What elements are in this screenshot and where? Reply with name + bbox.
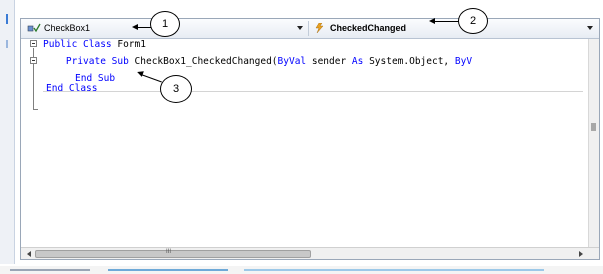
control-icon — [27, 23, 41, 33]
vertical-scrollbar[interactable] — [588, 39, 599, 247]
collapse-toggle-icon[interactable] — [30, 57, 37, 64]
callout-2: 2 — [458, 8, 488, 34]
callout-1: 1 — [150, 11, 180, 37]
bottom-strip-segment — [10, 269, 90, 271]
keyword: ByV — [454, 56, 473, 67]
bottom-strip-segment — [244, 269, 544, 271]
code-text: sender — [306, 56, 352, 67]
scrollbar-grip: III — [166, 249, 172, 255]
scroll-right-icon[interactable] — [579, 251, 583, 257]
code-editor: CheckBox1 CheckedChanged Public Class Fo… — [20, 18, 600, 260]
navigation-bar: CheckBox1 CheckedChanged — [21, 19, 599, 39]
collapse-toggle-icon[interactable] — [30, 40, 37, 47]
gutter-marker — [6, 14, 8, 24]
scroll-left-icon[interactable] — [27, 251, 31, 257]
callout-arrow-line — [434, 21, 459, 22]
keyword: End Class — [46, 83, 98, 94]
code-text: System.Object, — [363, 56, 455, 67]
method-name-dropdown[interactable]: CheckedChanged — [313, 21, 597, 35]
code-line: End Class — [46, 83, 97, 94]
code-text: Form1 — [111, 39, 146, 50]
bottom-strip — [0, 266, 603, 274]
dropdown-separator — [308, 21, 309, 36]
callout-arrowhead — [132, 24, 138, 30]
callout-arrowhead — [429, 18, 435, 24]
chevron-down-icon[interactable] — [297, 26, 303, 30]
method-separator-line — [43, 91, 583, 92]
bottom-strip-segment — [108, 269, 228, 271]
code-text-area[interactable]: Public Class Form1 Private Sub CheckBox1… — [21, 39, 589, 247]
keyword: As — [351, 56, 364, 67]
code-line: Private Sub CheckBox1_CheckedChanged(ByV… — [43, 56, 472, 67]
chevron-down-icon[interactable] — [587, 26, 593, 30]
keyword: ByVal — [277, 56, 307, 67]
callout-3: 3 — [160, 75, 192, 103]
outline-guide-end — [33, 109, 38, 110]
scroll-marker[interactable] — [591, 123, 596, 131]
horizontal-scrollbar[interactable]: III — [21, 247, 599, 259]
code-line: Public Class Form1 — [43, 39, 146, 50]
left-gutter-strip — [0, 0, 15, 264]
keyword: Private Sub — [65, 56, 129, 67]
gutter-marker — [6, 40, 8, 48]
keyword: Public Class — [43, 39, 112, 50]
code-text: CheckBox1_CheckedChanged( — [128, 56, 278, 67]
scrollbar-thumb[interactable] — [35, 250, 311, 258]
lightning-icon — [313, 22, 327, 34]
